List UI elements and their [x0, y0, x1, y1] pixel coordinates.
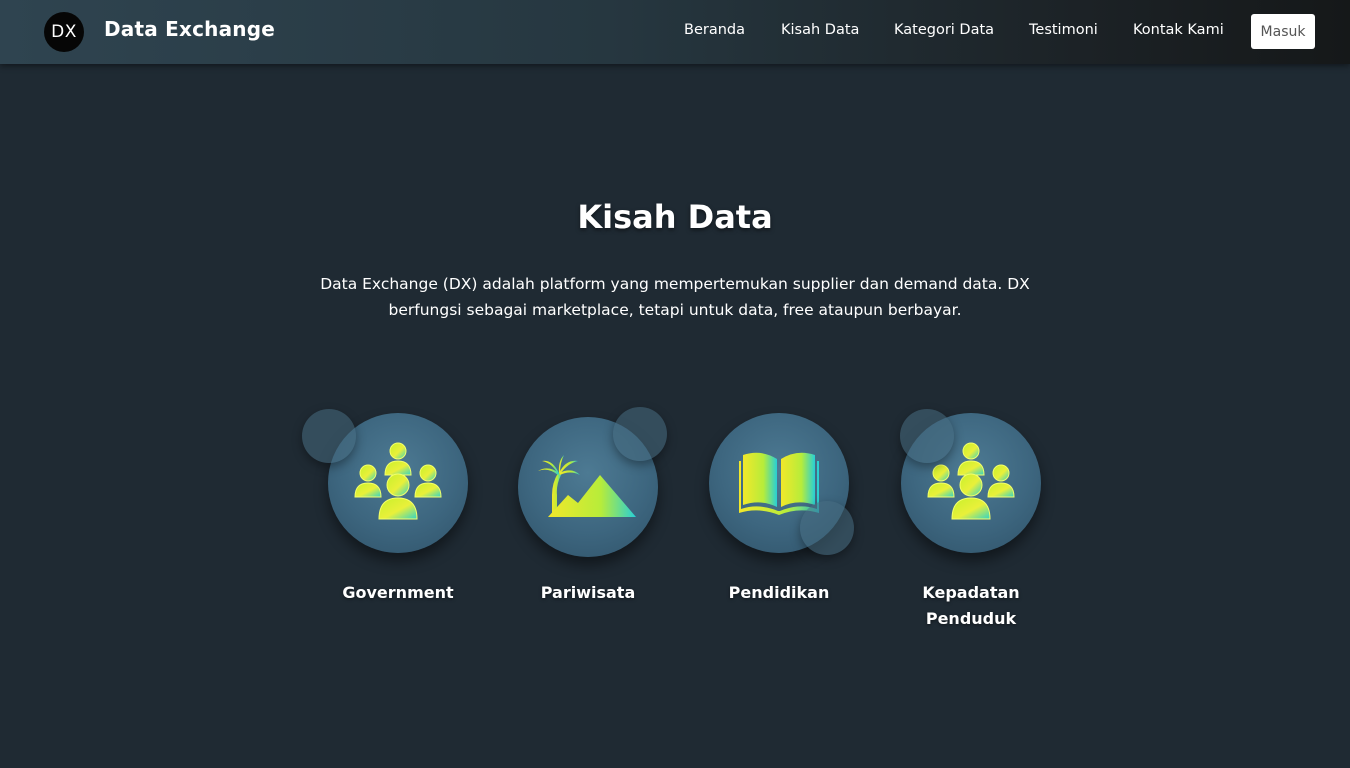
nav-kontak-kami[interactable]: Kontak Kami: [1133, 22, 1224, 38]
category-label: Pariwisata: [540, 583, 636, 602]
nav-testimoni[interactable]: Testimoni: [1029, 22, 1098, 38]
logo[interactable]: DX: [44, 12, 84, 52]
decorative-bubble: [613, 407, 667, 461]
nav-kisah-data[interactable]: Kisah Data: [781, 22, 859, 38]
category-label: Kepadatan Penduduk: [922, 583, 1020, 628]
category-pendidikan[interactable]: Pendidikan: [684, 405, 874, 635]
brand-name[interactable]: Data Exchange: [104, 17, 275, 41]
navbar: DX Data Exchange Beranda Kisah Data Kate…: [0, 0, 1350, 64]
category-label: Government: [342, 583, 454, 602]
category-pariwisata[interactable]: Pariwisata: [493, 405, 683, 635]
login-button[interactable]: Masuk: [1251, 14, 1315, 49]
page-description: Data Exchange (DX) adalah platform yang …: [320, 275, 1030, 319]
category-government[interactable]: Government: [302, 405, 493, 635]
logo-text: DX: [51, 22, 77, 42]
category-label: Pendidikan: [728, 583, 830, 602]
people-group-icon: [354, 442, 442, 520]
decorative-bubble: [800, 501, 854, 555]
decorative-bubble: [302, 409, 356, 463]
page-title: Kisah Data: [577, 198, 773, 236]
nav-beranda[interactable]: Beranda: [684, 22, 745, 38]
category-kepadatan-penduduk[interactable]: Kepadatan Penduduk: [876, 405, 1066, 635]
decorative-bubble: [900, 409, 954, 463]
nav-kategori-data[interactable]: Kategori Data: [894, 22, 994, 38]
